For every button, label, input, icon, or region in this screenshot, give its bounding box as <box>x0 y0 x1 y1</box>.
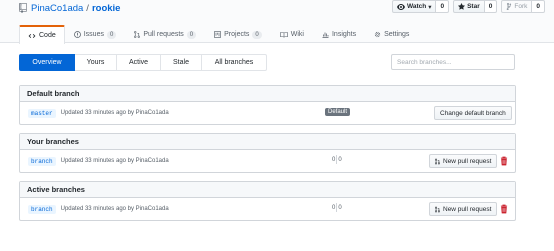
project-icon <box>214 31 221 38</box>
branch-row: master Updated 33 minutes ago by PinaCo1… <box>20 102 515 124</box>
ahead-behind-counts: 0 0 <box>332 203 342 212</box>
repo-nav: Code Issues 0 Pull requests 0 Projects 0… <box>19 25 418 44</box>
tab-settings[interactable]: Settings <box>365 25 418 43</box>
branch-updated-meta: Updated 33 minutes ago by PinaCo1ada <box>60 206 169 212</box>
pull-request-icon <box>134 31 141 38</box>
active-branches-box: Active branches branch Updated 33 minute… <box>19 181 516 221</box>
issues-counter: 0 <box>106 30 117 39</box>
gear-icon <box>374 31 381 38</box>
repo-icon <box>19 3 27 13</box>
trash-icon[interactable] <box>500 156 508 166</box>
pull-request-icon <box>435 158 440 164</box>
subnav-stale[interactable]: Stale <box>161 54 202 71</box>
branch-filter-nav: Overview Yours Active Stale All branches <box>19 54 267 71</box>
new-pull-request-button[interactable]: New pull request <box>429 154 498 168</box>
behind-count: 0 <box>332 156 336 163</box>
subnav-active[interactable]: Active <box>117 54 161 71</box>
star-button[interactable]: Star <box>453 0 485 13</box>
new-pull-request-button[interactable]: New pull request <box>429 202 498 216</box>
branch-search-input[interactable] <box>391 54 515 70</box>
pull-request-icon <box>435 206 440 212</box>
your-branches-box: Your branches branch Updated 33 minutes … <box>19 133 516 173</box>
watch-button[interactable]: Watch ▾ <box>391 0 437 13</box>
tab-settings-label: Settings <box>384 31 410 38</box>
ahead-count: 0 <box>338 156 342 163</box>
branch-name-link[interactable]: branch <box>28 156 56 166</box>
trash-icon[interactable] <box>500 204 508 214</box>
new-pull-request-label: New pull request <box>443 157 492 165</box>
ahead-count: 0 <box>338 204 342 211</box>
behind-count: 0 <box>332 204 336 211</box>
subnav-all-branches[interactable]: All branches <box>202 54 267 71</box>
star-icon <box>458 3 466 10</box>
code-icon <box>28 33 36 38</box>
star-action: Star 0 <box>453 0 498 13</box>
tab-pull-requests[interactable]: Pull requests 0 <box>125 25 205 43</box>
eye-icon <box>396 3 405 10</box>
branch-name-link[interactable]: master <box>28 108 56 118</box>
branch-row: branch Updated 33 minutes ago by PinaCo1… <box>20 150 515 172</box>
watch-action: Watch ▾ 0 <box>391 0 450 13</box>
branch-updated-meta: Updated 33 minutes ago by PinaCo1ada <box>60 110 169 116</box>
watch-label: Watch <box>406 3 427 10</box>
branch-name-link[interactable]: branch <box>28 204 56 214</box>
fork-action: Fork 0 <box>501 0 545 13</box>
active-branches-heading: Active branches <box>20 182 515 198</box>
your-branches-heading: Your branches <box>20 134 515 150</box>
divergence-divider <box>336 155 338 164</box>
fork-label: Fork <box>514 3 528 10</box>
repo-title: PinaCo1ada / rookie <box>19 2 120 14</box>
tab-code-label: Code <box>39 32 56 39</box>
fork-count[interactable]: 0 <box>532 0 545 13</box>
default-branch-box: Default branch master Updated 33 minutes… <box>19 85 516 125</box>
new-pull-request-label: New pull request <box>443 205 492 213</box>
repo-name-link[interactable]: rookie <box>92 3 121 14</box>
branch-row: branch Updated 33 minutes ago by PinaCo1… <box>20 198 515 220</box>
repo-actions: Watch ▾ 0 Star 0 Fork 0 <box>391 0 545 13</box>
star-count[interactable]: 0 <box>484 0 498 13</box>
tab-issues-label: Issues <box>83 31 104 38</box>
fork-button[interactable]: Fork <box>501 0 533 13</box>
tab-projects[interactable]: Projects 0 <box>205 25 271 43</box>
default-badge: Default <box>325 108 351 116</box>
tab-wiki-label: Wiki <box>290 31 304 38</box>
issue-icon <box>73 31 81 38</box>
star-label: Star <box>467 3 480 10</box>
change-default-branch-button[interactable]: Change default branch <box>434 106 512 120</box>
branch-updated-meta: Updated 33 minutes ago by PinaCo1ada <box>60 158 169 164</box>
subnav-yours[interactable]: Yours <box>75 54 117 71</box>
tab-pull-requests-label: Pull requests <box>143 31 184 38</box>
chevron-down-icon: ▾ <box>428 3 432 11</box>
projects-counter: 0 <box>252 30 262 39</box>
watch-count[interactable]: 0 <box>436 0 450 13</box>
repo-header: PinaCo1ada / rookie Watch ▾ 0 Star 0 For… <box>0 0 554 44</box>
repo-owner-link[interactable]: PinaCo1ada <box>31 3 83 14</box>
graph-icon <box>322 32 329 38</box>
tab-insights-label: Insights <box>331 31 357 38</box>
tab-projects-label: Projects <box>224 31 250 38</box>
subnav-overview[interactable]: Overview <box>19 54 75 71</box>
pull-requests-counter: 0 <box>186 30 197 39</box>
path-separator: / <box>86 2 89 14</box>
divergence-divider <box>336 203 338 212</box>
tab-issues[interactable]: Issues 0 <box>65 25 126 43</box>
tab-insights[interactable]: Insights <box>313 25 365 43</box>
ahead-behind-counts: 0 0 <box>332 155 342 164</box>
tab-wiki[interactable]: Wiki <box>271 25 313 43</box>
fork-icon <box>507 3 512 10</box>
tab-code[interactable]: Code <box>19 25 65 44</box>
book-icon <box>279 31 288 38</box>
default-branch-heading: Default branch <box>20 86 515 102</box>
